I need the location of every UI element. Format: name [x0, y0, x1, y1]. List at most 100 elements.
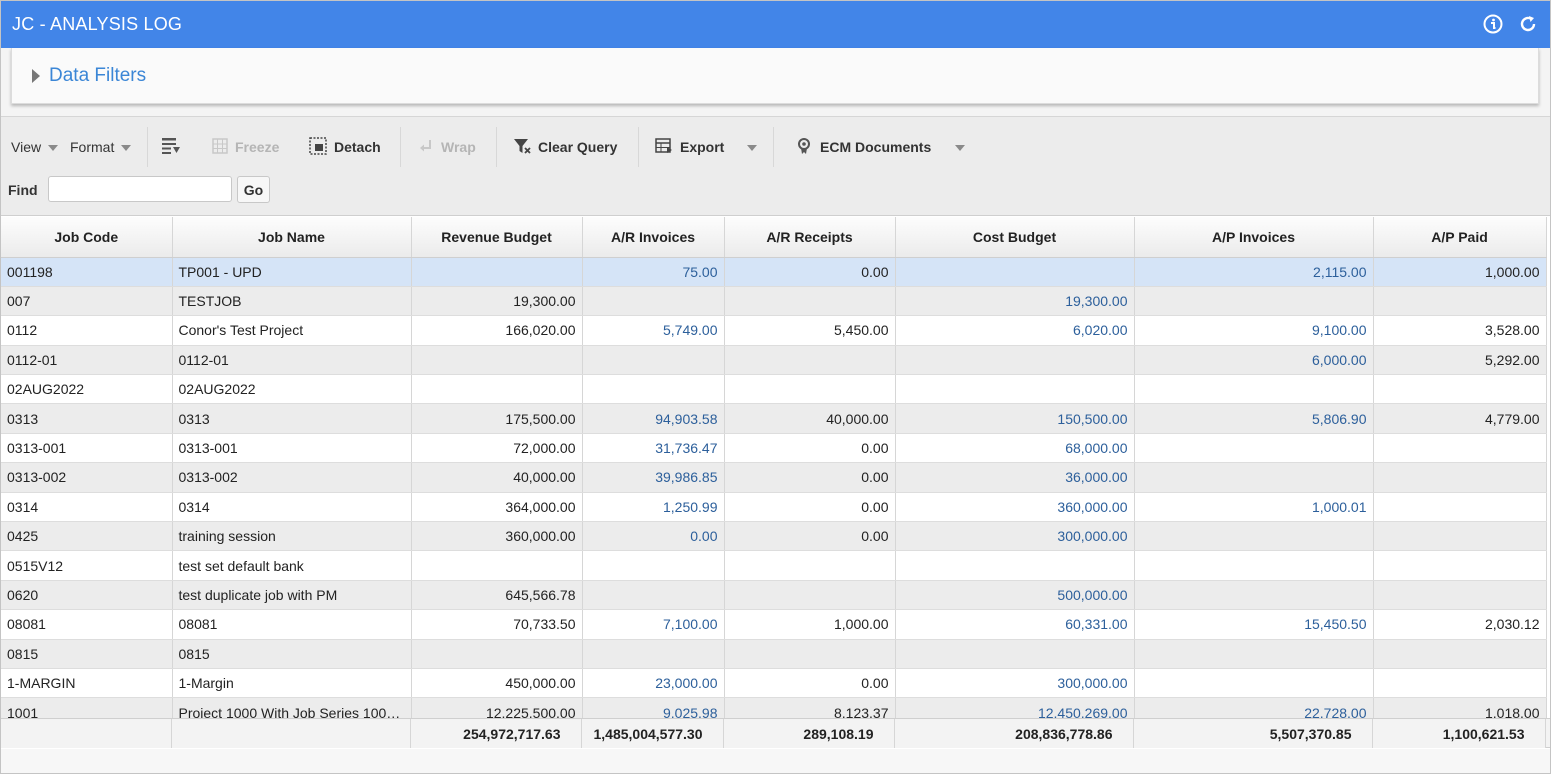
table-row[interactable]: 0112 Conor's Test Project 166,020.00 5,749.… — [1, 315, 1547, 346]
cell-ar-invoices[interactable] — [582, 345, 725, 376]
column-header-revenue-budget[interactable]: Revenue Budget — [411, 217, 583, 258]
cell-ar-invoices[interactable]: 0.00 — [582, 521, 725, 552]
table-row[interactable]: 0313-002 0313-002 40,000.00 39,986.85 0.00 36… — [1, 462, 1547, 493]
cell-cost-budget[interactable]: 36,000.00 — [895, 462, 1135, 493]
cell-ap-invoices[interactable] — [1134, 580, 1374, 611]
cell-ap-invoices[interactable] — [1134, 433, 1374, 464]
table-row[interactable]: 0425 training session 360,000.00 0.00 0.00 30… — [1, 521, 1547, 552]
cell-cost-budget[interactable] — [895, 550, 1135, 581]
view-menu-button[interactable]: View — [11, 137, 59, 157]
cell-ap-invoices[interactable] — [1134, 286, 1374, 317]
cell-ap-invoices[interactable]: 15,450.50 — [1134, 609, 1374, 640]
column-header-job-code[interactable]: Job Code — [1, 217, 173, 258]
cell-ap-invoices[interactable]: 1,000.01 — [1134, 492, 1374, 523]
page-title: JC - ANALYSIS LOG — [12, 14, 183, 34]
freeze-button[interactable]: Freeze — [212, 137, 279, 157]
table-row[interactable]: 0112-01 0112-01 6,000.00 5,292.00 — [1, 345, 1547, 376]
cell-cost-budget[interactable] — [895, 345, 1135, 376]
cell-cost-budget[interactable]: 60,331.00 — [895, 609, 1135, 640]
column-header-ap-paid[interactable]: A/P Paid — [1373, 217, 1547, 258]
cell-ap-invoices[interactable] — [1134, 374, 1374, 405]
cell-cost-budget[interactable]: 19,300.00 — [895, 286, 1135, 317]
table-row[interactable]: 001198 TP001 - UPD 75.00 0.00 2,115.00 1,000.… — [1, 257, 1547, 287]
cell-job-name: 0314 — [172, 492, 412, 523]
title-bar: JC - ANALYSIS LOG — [0, 0, 1551, 48]
cell-cost-budget[interactable] — [895, 257, 1135, 287]
cell-cost-budget[interactable] — [895, 374, 1135, 405]
cell-cost-budget[interactable]: 300,000.00 — [895, 521, 1135, 552]
cell-ar-invoices[interactable]: 39,986.85 — [582, 462, 725, 493]
cell-ar-invoices[interactable]: 5,749.00 — [582, 315, 725, 346]
table-row[interactable]: 0620 test duplicate job with PM 645,566.78… — [1, 580, 1547, 611]
column-header-ap-invoices[interactable]: A/P Invoices — [1134, 217, 1374, 258]
total-cost-budget: 208,836,778.86 — [894, 719, 1134, 748]
cell-cost-budget[interactable]: 300,000.00 — [895, 668, 1135, 699]
table-row[interactable]: 0314 0314 364,000.00 1,250.99 0.00 360,000.00… — [1, 492, 1547, 523]
table-row[interactable]: 1-MARGIN 1-Margin 450,000.00 23,000.00 0.00 3… — [1, 668, 1547, 699]
cell-ap-invoices[interactable]: 9,100.00 — [1134, 315, 1374, 346]
cell-cost-budget[interactable]: 150,500.00 — [895, 403, 1135, 434]
cell-ar-invoices[interactable] — [582, 550, 725, 581]
cell-ar-invoices[interactable]: 75.00 — [582, 257, 725, 287]
table-row[interactable]: 08081 08081 70,733.50 7,100.00 1,000.00 60,33… — [1, 609, 1547, 640]
refresh-icon[interactable] — [1518, 14, 1538, 34]
detach-button[interactable]: Detach — [309, 136, 381, 157]
ecm-dropdown-button[interactable] — [948, 137, 965, 157]
info-circle-icon[interactable] — [1483, 14, 1503, 34]
column-header-ar-receipts[interactable]: A/R Receipts — [724, 217, 896, 258]
cell-ap-invoices[interactable]: 5,806.90 — [1134, 403, 1374, 434]
cell-ar-invoices[interactable]: 31,736.47 — [582, 433, 725, 464]
cell-revenue-budget — [411, 639, 583, 669]
format-menu-button[interactable]: Format — [70, 137, 132, 157]
cell-cost-budget[interactable]: 500,000.00 — [895, 580, 1135, 611]
cell-ar-invoices[interactable] — [582, 374, 725, 405]
cell-revenue-budget — [411, 374, 583, 405]
ecm-documents-button[interactable]: ECM Documents — [795, 137, 931, 157]
table-row[interactable]: 007 TESTJOB 19,300.00 19,300.00 — [1, 286, 1547, 317]
cell-job-name: Conor's Test Project — [172, 315, 412, 346]
table-row[interactable]: 0815 0815 — [1, 639, 1547, 669]
cell-cost-budget[interactable] — [895, 639, 1135, 669]
data-filters-panel: Data Filters — [11, 48, 1539, 104]
grid-header-row: Job Code Job Name Revenue Budget A/R Inv… — [1, 217, 1547, 258]
export-button[interactable]: Export — [655, 137, 724, 157]
table-row[interactable]: 02AUG2022 02AUG2022 — [1, 374, 1547, 405]
cell-ar-invoices[interactable] — [582, 580, 725, 611]
clear-query-button[interactable]: Clear Query — [513, 137, 617, 157]
cell-ar-invoices[interactable]: 1,250.99 — [582, 492, 725, 523]
export-dropdown-button[interactable] — [740, 137, 757, 157]
cell-ap-invoices[interactable]: 6,000.00 — [1134, 345, 1374, 376]
go-button[interactable]: Go — [237, 176, 270, 203]
column-header-ar-invoices[interactable]: A/R Invoices — [582, 217, 725, 258]
data-filters-toggle[interactable]: Data Filters — [32, 65, 146, 87]
cell-ap-invoices[interactable] — [1134, 668, 1374, 699]
column-header-cost-budget[interactable]: Cost Budget — [895, 217, 1135, 258]
cell-ar-invoices[interactable] — [582, 286, 725, 317]
table-row[interactable]: 0313-001 0313-001 72,000.00 31,736.47 0.00 68… — [1, 433, 1547, 464]
cell-ar-invoices[interactable]: 23,000.00 — [582, 668, 725, 699]
cell-revenue-budget — [411, 257, 583, 287]
cell-cost-budget[interactable]: 68,000.00 — [895, 433, 1135, 464]
find-input[interactable] — [48, 176, 232, 202]
column-header-job-name[interactable]: Job Name — [172, 217, 412, 258]
cell-revenue-budget: 72,000.00 — [411, 433, 583, 464]
table-row[interactable]: 0515V12 test set default bank — [1, 550, 1547, 581]
total-ar-invoices: 1,485,004,577.30 — [581, 719, 724, 748]
cell-cost-budget[interactable]: 6,020.00 — [895, 315, 1135, 346]
cell-ar-receipts — [724, 550, 896, 581]
column-settings-button[interactable] — [161, 137, 188, 157]
cell-ap-invoices[interactable] — [1134, 521, 1374, 552]
cell-ap-invoices[interactable]: 2,115.00 — [1134, 257, 1374, 287]
cell-job-name: 08081 — [172, 609, 412, 640]
cell-ar-invoices[interactable] — [582, 639, 725, 669]
cell-ar-invoices[interactable]: 94,903.58 — [582, 403, 725, 434]
cell-ap-invoices[interactable] — [1134, 462, 1374, 493]
cell-ap-invoices[interactable] — [1134, 550, 1374, 581]
cell-ap-paid: 5,292.00 — [1373, 345, 1547, 376]
cell-ap-invoices[interactable] — [1134, 639, 1374, 669]
table-row[interactable]: 0313 0313 175,500.00 94,903.58 40,000.00 150,… — [1, 403, 1547, 434]
cell-revenue-budget: 364,000.00 — [411, 492, 583, 523]
cell-cost-budget[interactable]: 360,000.00 — [895, 492, 1135, 523]
wrap-button[interactable]: Wrap — [418, 137, 476, 157]
cell-ar-invoices[interactable]: 7,100.00 — [582, 609, 725, 640]
